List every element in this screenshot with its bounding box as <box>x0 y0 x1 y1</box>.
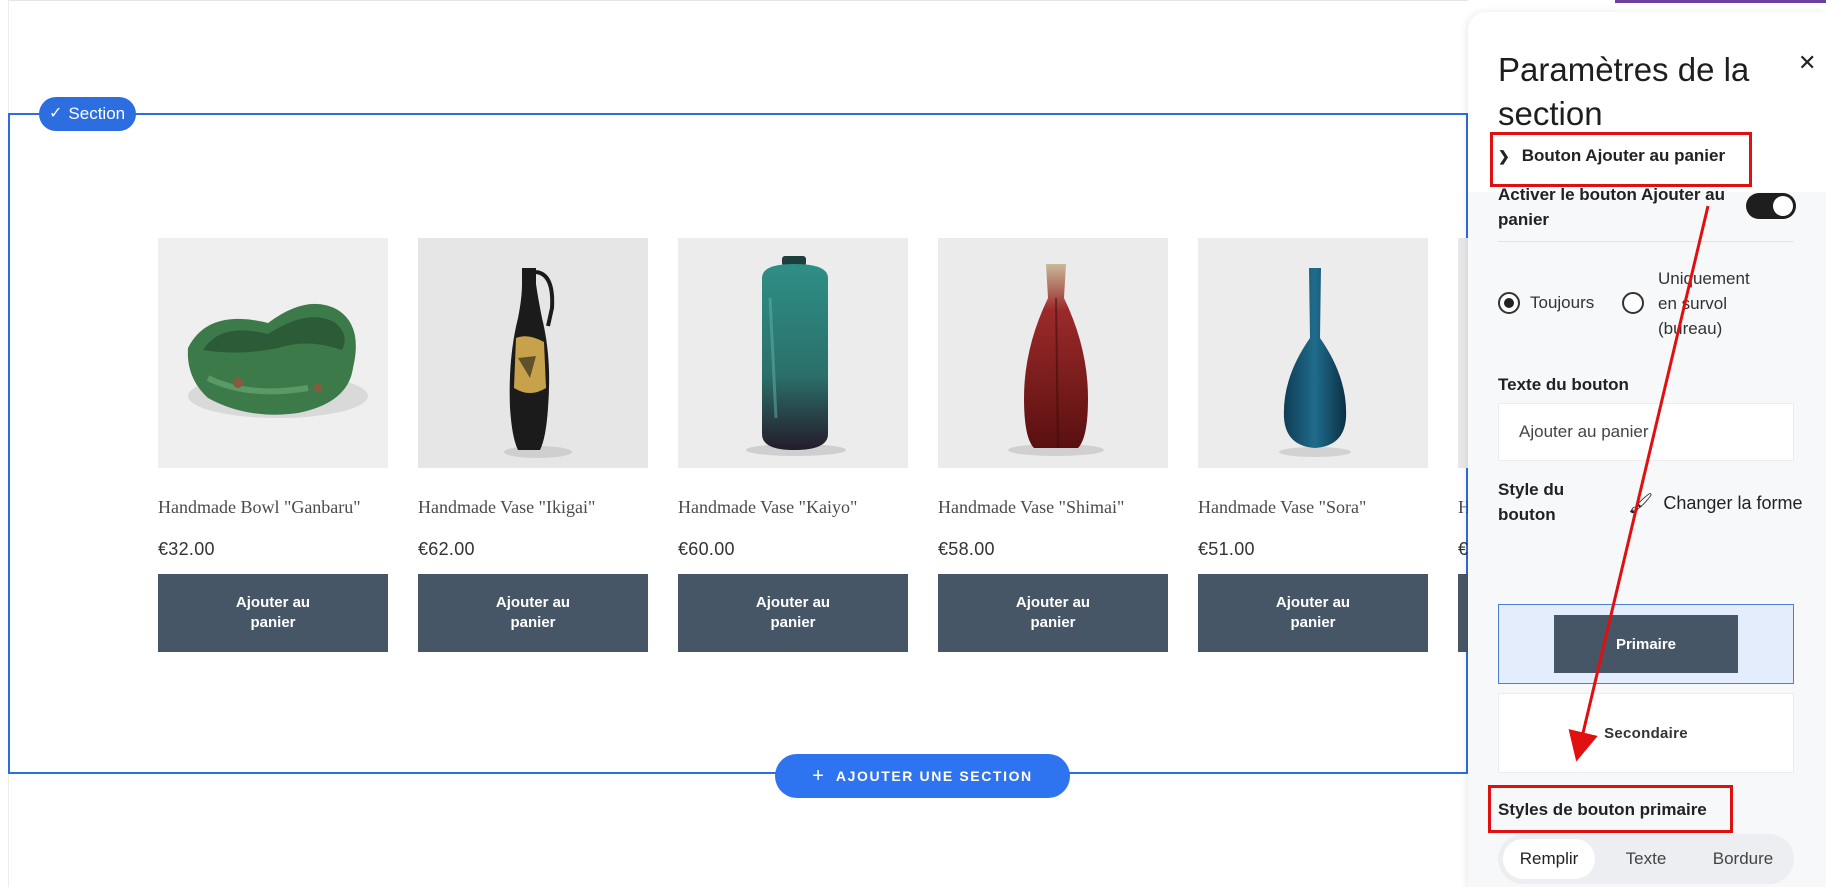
product-image[interactable] <box>678 238 908 468</box>
product-card[interactable]: Handmade Vase "Ikigai" €62.00 Ajouter au… <box>418 238 648 652</box>
radio-hover-only-label[interactable]: Uniquement en survol (bureau) <box>1658 266 1768 341</box>
style-option-primary[interactable]: Primaire <box>1498 604 1794 684</box>
tab-fill[interactable]: Remplir <box>1503 839 1595 879</box>
product-price: €60.00 <box>678 539 735 559</box>
product-card[interactable]: Handmade Vase "Sora" €51.00 Ajouter au p… <box>1198 238 1428 652</box>
tab-border[interactable]: Bordure <box>1697 839 1789 879</box>
product-name[interactable]: Handmade Bowl "Ganbaru" <box>158 497 361 518</box>
close-icon[interactable]: ✕ <box>1798 50 1816 76</box>
product-list: Handmade Bowl "Ganbaru" €32.00 Ajouter a… <box>158 238 1468 653</box>
top-accent-strip <box>1615 0 1826 3</box>
add-section-button[interactable]: + AJOUTER UNE SECTION <box>775 754 1070 798</box>
secondary-preview: Secondaire <box>1604 724 1688 742</box>
product-name[interactable]: Handmade Vase "Ikigai" <box>418 497 595 518</box>
add-to-cart-button[interactable]: Ajouter au panier <box>418 574 648 652</box>
change-shape-button[interactable]: 🖌 Changer la forme <box>1628 491 1802 516</box>
divider <box>1498 241 1794 242</box>
product-image[interactable] <box>1198 238 1428 468</box>
product-price: €62.00 <box>418 539 475 559</box>
product-card[interactable]: H € <box>1458 238 1468 652</box>
product-image[interactable] <box>1458 238 1468 468</box>
brush-icon: 🖌 <box>1628 493 1654 515</box>
product-name[interactable]: Handmade Vase "Shimai" <box>938 497 1124 518</box>
radio-hover-only[interactable] <box>1622 292 1644 314</box>
add-to-cart-button[interactable] <box>1458 574 1468 652</box>
product-image[interactable] <box>158 238 388 468</box>
radio-always-label[interactable]: Toujours <box>1530 290 1594 315</box>
plus-icon: + <box>812 764 824 787</box>
product-card[interactable]: Handmade Vase "Shimai" €58.00 Ajouter au… <box>938 238 1168 652</box>
product-name[interactable]: Handmade Vase "Kaiyo" <box>678 497 857 518</box>
enable-add-to-cart-label: Activer le bouton Ajouter au panier <box>1498 185 1726 229</box>
add-section-label: AJOUTER UNE SECTION <box>835 768 1033 784</box>
product-price: €58.00 <box>938 539 995 559</box>
product-price: € <box>1458 539 1468 559</box>
add-to-cart-button[interactable]: Ajouter au panier <box>1198 574 1428 652</box>
style-option-secondary[interactable]: Secondaire <box>1498 693 1794 773</box>
radio-always[interactable] <box>1498 292 1520 314</box>
annotation-box-primary-styles <box>1488 785 1733 833</box>
primary-style-tabs: Remplir Texte Bordure <box>1498 834 1794 884</box>
product-name[interactable]: Handmade Vase "Sora" <box>1198 497 1366 518</box>
button-style-label: Style du bouton <box>1498 480 1565 524</box>
button-text-label: Texte du bouton <box>1498 375 1629 394</box>
product-price: €32.00 <box>158 539 215 559</box>
tab-text[interactable]: Texte <box>1600 839 1692 879</box>
add-to-cart-button[interactable]: Ajouter au panier <box>678 574 908 652</box>
add-to-cart-button[interactable]: Ajouter au panier <box>938 574 1168 652</box>
primary-preview: Primaire <box>1554 615 1738 673</box>
panel-body <box>1468 192 1826 887</box>
enable-add-to-cart-toggle[interactable] <box>1746 193 1796 219</box>
check-icon: ✓ <box>49 105 63 122</box>
canvas-top-border <box>8 0 1468 1</box>
annotation-box-accordion <box>1490 132 1752 187</box>
product-card[interactable]: Handmade Vase "Kaiyo" €60.00 Ajouter au … <box>678 238 908 652</box>
section-tag-label: Section <box>68 104 126 123</box>
change-shape-label: Changer la forme <box>1663 493 1803 513</box>
product-price: €51.00 <box>1198 539 1255 559</box>
product-name[interactable]: H <box>1458 497 1468 518</box>
product-card[interactable]: Handmade Bowl "Ganbaru" €32.00 Ajouter a… <box>158 238 388 652</box>
button-text-input[interactable]: Ajouter au panier <box>1498 403 1794 461</box>
panel-title: Paramètres de la section <box>1498 51 1750 132</box>
product-image[interactable] <box>418 238 648 468</box>
product-image[interactable] <box>938 238 1168 468</box>
section-tag[interactable]: ✓ Section <box>39 97 137 131</box>
add-to-cart-button[interactable]: Ajouter au panier <box>158 574 388 652</box>
